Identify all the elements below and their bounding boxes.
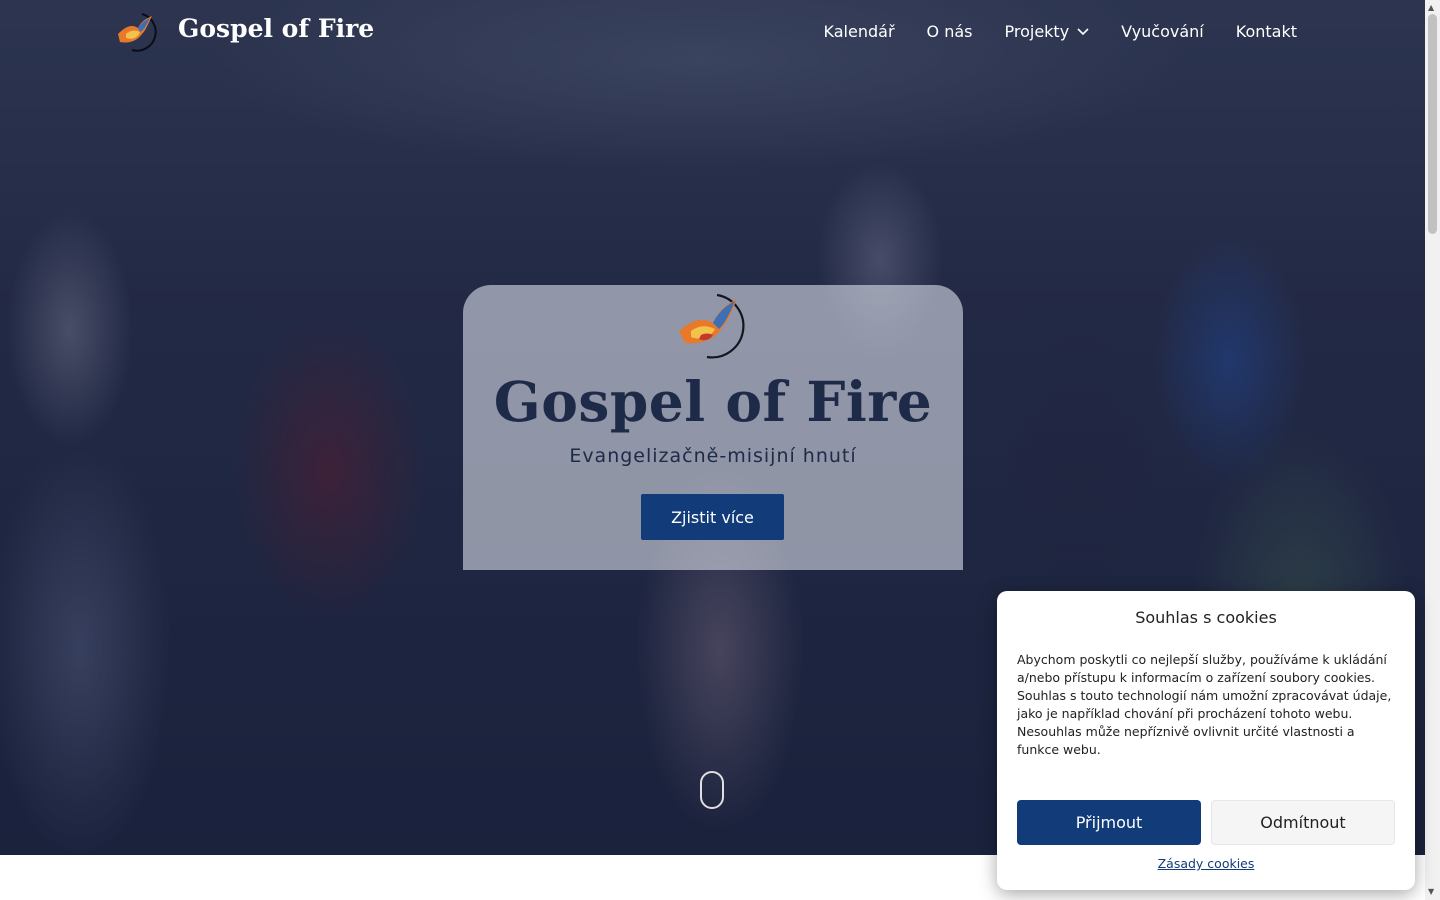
- brand-name[interactable]: Gospel of Fire: [178, 14, 374, 43]
- cookie-policy-link[interactable]: Zásady cookies: [997, 856, 1415, 871]
- nav-item-vyucovani[interactable]: Vyučování: [1121, 22, 1204, 41]
- scroll-down-arrow-icon[interactable]: ▼: [1428, 887, 1434, 896]
- nav-item-label: O nás: [926, 22, 973, 41]
- site-header: Gospel of Fire Kalendář O nás Projekty V…: [0, 0, 1425, 68]
- chevron-down-icon: [1077, 27, 1089, 35]
- nav-item-label: Vyučování: [1121, 22, 1204, 41]
- hero-card: Gospel of Fire Evangelizačně-misijní hnu…: [463, 285, 963, 570]
- accept-cookies-button[interactable]: Přijmout: [1017, 800, 1201, 845]
- nav-item-projekty[interactable]: Projekty: [1004, 22, 1089, 41]
- mouse-scroll-icon[interactable]: [700, 771, 724, 809]
- main-nav: Kalendář O nás Projekty Vyučování Kontak…: [824, 22, 1297, 41]
- cookie-dialog-text: Abychom poskytli co nejlepší služby, pou…: [1017, 652, 1392, 757]
- scroll-up-arrow-icon[interactable]: ▲: [1428, 3, 1434, 12]
- hero-title: Gospel of Fire: [493, 369, 933, 434]
- page-scrollbar[interactable]: ▲ ▼: [1425, 0, 1440, 900]
- cookie-dialog-title: Souhlas s cookies: [1135, 608, 1277, 627]
- nav-item-o-nas[interactable]: O nás: [927, 22, 973, 41]
- nav-item-label: Projekty: [1004, 22, 1070, 41]
- deny-cookies-button[interactable]: Odmítnout: [1211, 800, 1395, 845]
- nav-item-kalendar[interactable]: Kalendář: [824, 22, 895, 41]
- hero-subtitle: Evangelizačně-misijní hnutí: [569, 445, 857, 467]
- nav-item-kontakt[interactable]: Kontakt: [1236, 22, 1297, 41]
- dove-fire-logo: [679, 293, 745, 359]
- nav-item-label: Kalendář: [823, 22, 895, 41]
- learn-more-button[interactable]: Zjistit více: [641, 494, 784, 540]
- nav-item-label: Kontakt: [1235, 22, 1297, 41]
- dove-fire-logo[interactable]: [112, 10, 160, 54]
- cookie-consent-dialog: Souhlas s cookies Abychom poskytli co ne…: [997, 591, 1415, 890]
- scrollbar-thumb[interactable]: [1428, 14, 1437, 234]
